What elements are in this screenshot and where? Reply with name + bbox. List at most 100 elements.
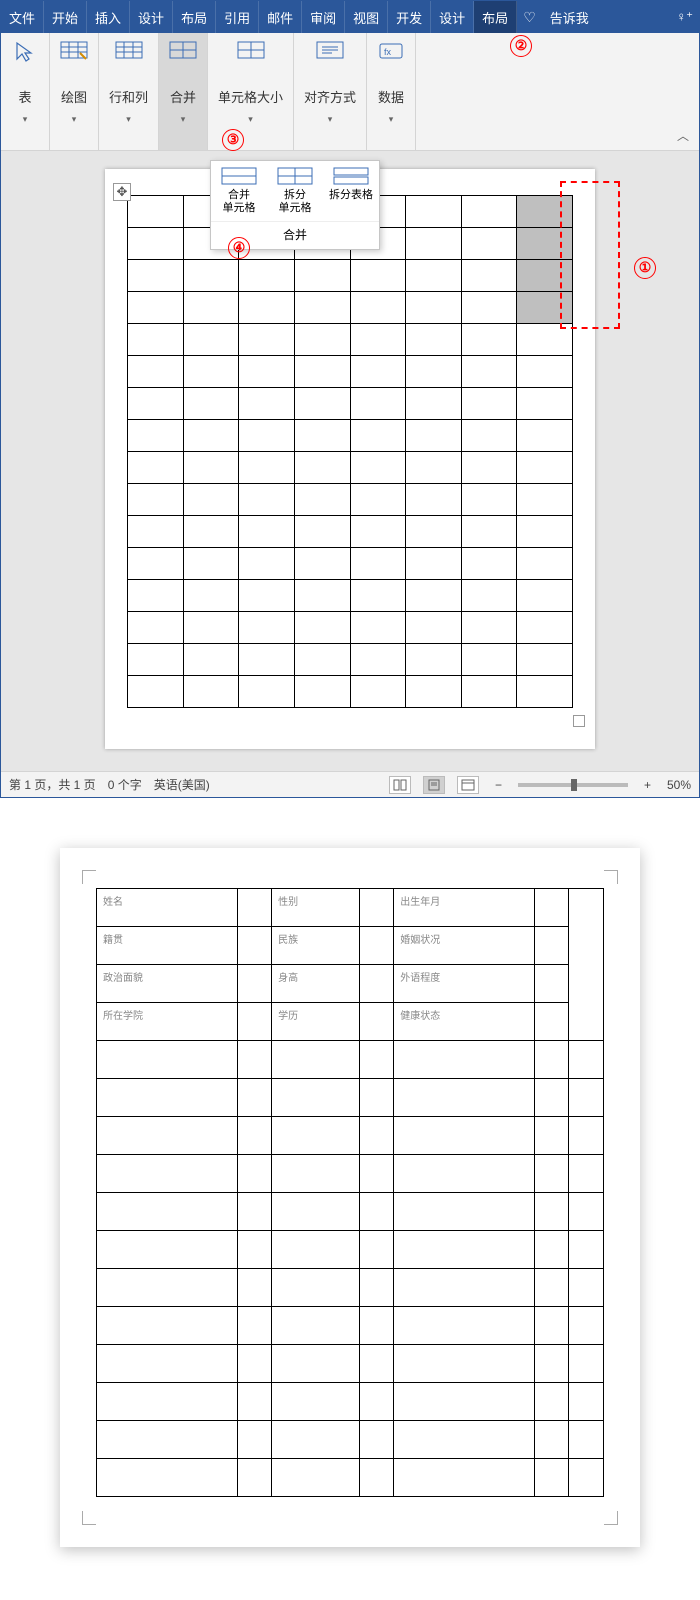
table-cell[interactable] (406, 644, 462, 676)
table-cell[interactable] (350, 516, 406, 548)
table-cell[interactable] (461, 452, 517, 484)
table-cell[interactable] (461, 548, 517, 580)
table-cell[interactable] (517, 484, 573, 516)
tab-table-layout[interactable]: 布局 (474, 1, 517, 33)
table-cell[interactable] (183, 356, 239, 388)
table-cell[interactable] (461, 580, 517, 612)
table-cell[interactable] (239, 388, 295, 420)
table-cell[interactable] (128, 484, 184, 516)
table-cell[interactable] (128, 612, 184, 644)
table-cell[interactable] (128, 420, 184, 452)
tab-file[interactable]: 文件 (1, 1, 44, 33)
table-cell[interactable] (294, 292, 350, 324)
table-cell[interactable] (239, 484, 295, 516)
table-cell[interactable] (183, 612, 239, 644)
ribbon-group-draw[interactable]: 绘图 ▾ (50, 33, 99, 150)
table-cell[interactable] (461, 356, 517, 388)
table-cell[interactable] (461, 228, 517, 260)
table-cell[interactable] (350, 420, 406, 452)
table-cell[interactable] (294, 484, 350, 516)
ribbon-group-cell-size[interactable]: 单元格大小 ▾ (208, 33, 294, 150)
table-cell[interactable] (128, 388, 184, 420)
page-indicator[interactable]: 第 1 页，共 1 页 (9, 776, 96, 793)
table-cell[interactable] (517, 548, 573, 580)
table-cell[interactable] (294, 516, 350, 548)
table-cell[interactable] (406, 356, 462, 388)
table-cell[interactable] (406, 484, 462, 516)
table-cell[interactable] (183, 484, 239, 516)
table-cell[interactable] (350, 580, 406, 612)
table-cell[interactable] (517, 388, 573, 420)
table-cell[interactable] (406, 196, 462, 228)
table-cell[interactable] (128, 324, 184, 356)
table-cell[interactable] (461, 420, 517, 452)
print-layout-button[interactable] (423, 776, 445, 794)
table-cell[interactable] (239, 452, 295, 484)
merge-cells-button[interactable]: 合并 单元格 (211, 161, 267, 221)
table-cell[interactable] (350, 676, 406, 708)
table-cell[interactable] (239, 644, 295, 676)
table-cell[interactable] (461, 676, 517, 708)
table-cell[interactable] (517, 612, 573, 644)
zoom-in-button[interactable]: + (640, 778, 655, 792)
table-cell[interactable] (517, 452, 573, 484)
table-cell[interactable] (294, 612, 350, 644)
table-cell[interactable] (128, 644, 184, 676)
word-count[interactable]: 0 个字 (108, 776, 142, 793)
table-cell[interactable] (239, 548, 295, 580)
tab-review[interactable]: 审阅 (302, 1, 345, 33)
table-cell[interactable] (406, 420, 462, 452)
table-cell[interactable] (517, 516, 573, 548)
table-cell[interactable] (517, 580, 573, 612)
table-cell[interactable] (406, 516, 462, 548)
zoom-slider[interactable] (518, 783, 628, 787)
tab-mailings[interactable]: 邮件 (259, 1, 302, 33)
table-cell[interactable] (350, 484, 406, 516)
table-cell[interactable] (461, 324, 517, 356)
table-cell[interactable] (461, 388, 517, 420)
table-cell[interactable] (406, 292, 462, 324)
tab-table-design[interactable]: 设计 (431, 1, 474, 33)
split-table-button[interactable]: 拆分表格 (323, 161, 379, 221)
table-cell[interactable] (239, 292, 295, 324)
share-area[interactable]: ♀⁺ (670, 9, 699, 25)
ribbon-group-rows-cols[interactable]: 行和列 ▾ (99, 33, 159, 150)
collapse-ribbon-button[interactable]: ︿ (677, 127, 689, 144)
document-table[interactable] (127, 195, 573, 708)
table-cell[interactable] (461, 292, 517, 324)
table-cell[interactable] (350, 356, 406, 388)
table-cell[interactable] (350, 452, 406, 484)
table-cell[interactable] (239, 676, 295, 708)
table-cell[interactable] (128, 452, 184, 484)
table-cell[interactable] (128, 676, 184, 708)
ribbon-group-merge[interactable]: 合并 ▾ (159, 33, 208, 150)
table-cell[interactable] (183, 580, 239, 612)
table-cell[interactable] (239, 324, 295, 356)
tab-view[interactable]: 视图 (345, 1, 388, 33)
table-cell[interactable] (183, 292, 239, 324)
table-cell[interactable] (128, 228, 184, 260)
table-cell[interactable] (517, 420, 573, 452)
table-cell[interactable] (128, 292, 184, 324)
table-cell[interactable] (406, 676, 462, 708)
table-cell[interactable] (517, 644, 573, 676)
table-cell[interactable] (294, 260, 350, 292)
table-move-handle[interactable]: ✥ (113, 183, 131, 201)
table-cell[interactable] (294, 420, 350, 452)
split-cells-button[interactable]: 拆分 单元格 (267, 161, 323, 221)
table-cell[interactable] (406, 388, 462, 420)
table-cell[interactable] (128, 548, 184, 580)
table-cell[interactable] (128, 580, 184, 612)
tab-developer[interactable]: 开发 (388, 1, 431, 33)
tell-me-search[interactable]: 告诉我 (542, 8, 597, 27)
table-cell[interactable] (239, 516, 295, 548)
table-cell[interactable] (461, 260, 517, 292)
table-cell[interactable] (183, 420, 239, 452)
table-cell[interactable] (406, 580, 462, 612)
table-cell[interactable] (461, 612, 517, 644)
read-mode-button[interactable] (389, 776, 411, 794)
table-cell[interactable] (183, 676, 239, 708)
table-cell[interactable] (183, 388, 239, 420)
table-cell[interactable] (183, 452, 239, 484)
table-cell[interactable] (128, 196, 184, 228)
